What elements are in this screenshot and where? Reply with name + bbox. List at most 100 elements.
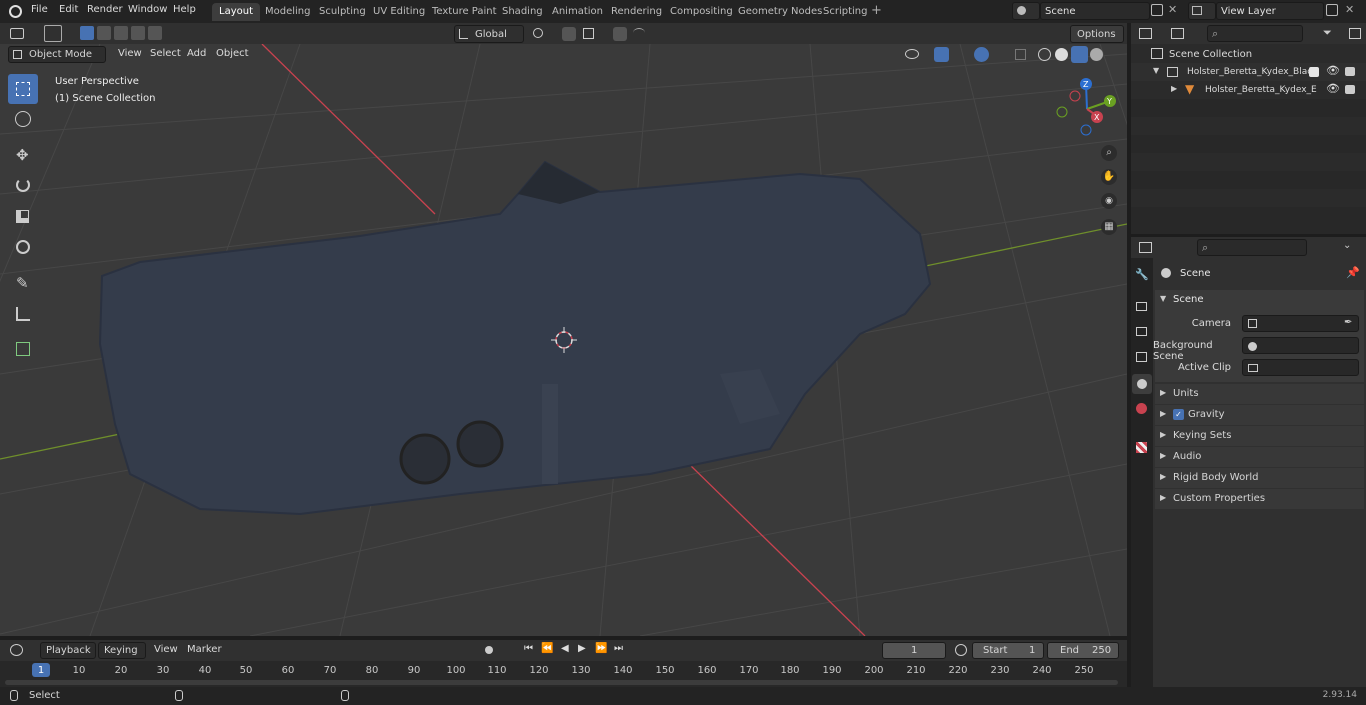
- select-tool-icon[interactable]: [44, 25, 62, 42]
- select-box-mode-icon[interactable]: [80, 26, 94, 40]
- view-layer-tab-icon[interactable]: [1136, 352, 1147, 362]
- outliner-row-collection[interactable]: ▼ Holster_Beretta_Kydex_Black 👁: [1131, 63, 1366, 81]
- falloff-icon[interactable]: [633, 28, 645, 38]
- output-tab-icon[interactable]: [1136, 327, 1147, 336]
- camera-field[interactable]: ✒: [1242, 315, 1359, 332]
- select-box-tool-button[interactable]: [8, 74, 38, 104]
- rotate-tool-button[interactable]: [8, 170, 38, 200]
- camera-render-icon[interactable]: [1345, 85, 1355, 94]
- select-invert-icon[interactable]: [131, 26, 145, 40]
- new-scene-icon[interactable]: [1151, 4, 1163, 16]
- properties-editor-icon[interactable]: [1139, 242, 1152, 253]
- tab-animation[interactable]: Animation: [545, 3, 610, 21]
- menu-edit[interactable]: Edit: [59, 4, 78, 15]
- editor-type-icon[interactable]: [10, 28, 24, 39]
- menu-file[interactable]: File: [31, 4, 48, 15]
- view-layer-field[interactable]: View Layer: [1216, 2, 1324, 20]
- rigid-body-world-panel-header[interactable]: ▶ Rigid Body World: [1155, 468, 1364, 488]
- gravity-checkbox[interactable]: ✓: [1173, 409, 1184, 420]
- navigation-gizmo[interactable]: Z Y X: [1052, 74, 1122, 144]
- snap-target-icon[interactable]: [583, 28, 594, 39]
- menu-help[interactable]: Help: [173, 4, 196, 15]
- pin-icon[interactable]: 📌: [1346, 266, 1360, 279]
- scene-name-field[interactable]: Scene: [1040, 2, 1150, 20]
- gravity-panel-header[interactable]: ▶ ✓ Gravity: [1155, 405, 1364, 425]
- select-subtract-icon[interactable]: [114, 26, 128, 40]
- options-dropdown[interactable]: Options: [1070, 25, 1124, 43]
- solid-shading-icon[interactable]: [1055, 48, 1068, 61]
- timeline-editor-icon[interactable]: [10, 644, 23, 656]
- play-icon[interactable]: ▶: [578, 643, 586, 654]
- new-collection-icon[interactable]: [1349, 28, 1361, 39]
- units-panel-header[interactable]: ▶ Units: [1155, 384, 1364, 404]
- add-workspace-icon[interactable]: +: [871, 3, 882, 18]
- add-cube-tool-button[interactable]: [8, 334, 38, 364]
- keying-dropdown[interactable]: Keying: [98, 642, 146, 659]
- tab-geometry-nodes[interactable]: Geometry Nodes: [731, 3, 829, 21]
- audio-panel-header[interactable]: ▶ Audio: [1155, 447, 1364, 467]
- 3d-viewport[interactable]: User Perspective (1) Scene Collection ✥ …: [0, 44, 1127, 636]
- end-frame-field[interactable]: End 250: [1047, 642, 1119, 659]
- object-mode-dropdown[interactable]: Object Mode: [8, 46, 106, 63]
- outliner-editor-icon[interactable]: [1139, 28, 1152, 39]
- stopwatch-icon[interactable]: [955, 644, 967, 656]
- move-tool-button[interactable]: ✥: [8, 140, 38, 170]
- menu-object[interactable]: Object: [216, 48, 249, 59]
- custom-properties-panel-header[interactable]: ▶ Custom Properties: [1155, 489, 1364, 509]
- tab-scripting[interactable]: Scripting: [816, 3, 874, 21]
- delete-view-layer-icon[interactable]: ✕: [1345, 3, 1354, 16]
- zoom-icon[interactable]: ⌕: [1101, 145, 1117, 161]
- tab-texture-paint[interactable]: Texture Paint: [425, 3, 504, 21]
- xray-toggle-icon[interactable]: [1015, 49, 1026, 60]
- scene-panel-header[interactable]: ▼ Scene: [1155, 290, 1364, 310]
- properties-search-input[interactable]: ⌕: [1197, 239, 1307, 256]
- tool-tab-icon[interactable]: 🔧: [1135, 268, 1149, 281]
- menu-window[interactable]: Window: [128, 4, 167, 15]
- tab-shading[interactable]: Shading: [495, 3, 550, 21]
- render-tab-icon[interactable]: [1136, 302, 1147, 311]
- scale-tool-button[interactable]: [8, 201, 38, 231]
- active-clip-field[interactable]: [1242, 359, 1359, 376]
- pivot-point-icon[interactable]: [533, 28, 543, 38]
- menu-render[interactable]: Render: [87, 4, 123, 15]
- camera-view-icon[interactable]: ◉: [1101, 193, 1117, 209]
- gizmo-toggle-icon[interactable]: [934, 47, 949, 62]
- display-mode-icon[interactable]: [1171, 28, 1184, 39]
- prev-keyframe-icon[interactable]: ⏪: [541, 643, 553, 654]
- tab-uv-editing[interactable]: UV Editing: [366, 3, 432, 21]
- chevron-down-icon[interactable]: ⌄: [1343, 240, 1351, 251]
- transform-tool-button[interactable]: [8, 232, 38, 262]
- jump-start-icon[interactable]: ⏮: [524, 643, 533, 654]
- eye-icon[interactable]: 👁: [1326, 64, 1340, 77]
- background-scene-field[interactable]: [1242, 337, 1359, 354]
- start-frame-field[interactable]: Start 1: [972, 642, 1044, 659]
- jump-end-icon[interactable]: ⏭: [614, 643, 623, 654]
- select-extend-icon[interactable]: [97, 26, 111, 40]
- exclude-checkbox-icon[interactable]: [1309, 67, 1319, 77]
- outliner-row-object[interactable]: ▶ ▼ Holster_Beretta_Kydex_E 👁: [1131, 81, 1366, 99]
- expand-arrow-icon[interactable]: ▼: [1153, 66, 1159, 75]
- playback-dropdown[interactable]: Playback: [40, 642, 96, 659]
- snap-toggle-icon[interactable]: [562, 27, 576, 41]
- tab-compositing[interactable]: Compositing: [663, 3, 740, 21]
- record-icon[interactable]: [485, 646, 493, 654]
- rendered-shading-icon[interactable]: [1090, 48, 1103, 61]
- timeline-menu-view[interactable]: View: [154, 644, 178, 655]
- menu-add[interactable]: Add: [187, 48, 206, 59]
- camera-render-icon[interactable]: [1345, 67, 1355, 76]
- current-frame-field[interactable]: 1: [882, 642, 946, 659]
- play-reverse-icon[interactable]: ◀: [561, 643, 569, 654]
- measure-tool-button[interactable]: [8, 299, 38, 329]
- keying-sets-panel-header[interactable]: ▶ Keying Sets: [1155, 426, 1364, 446]
- visibility-filter-icon[interactable]: [905, 49, 919, 59]
- next-keyframe-icon[interactable]: ⏩: [595, 643, 607, 654]
- world-tab-icon[interactable]: [1136, 403, 1147, 414]
- annotate-tool-button[interactable]: ✎: [8, 268, 38, 298]
- ortho-grid-icon[interactable]: ▦: [1101, 219, 1117, 235]
- outliner-search-input[interactable]: ⌕: [1207, 25, 1303, 42]
- select-intersect-icon[interactable]: [148, 26, 162, 40]
- eyedropper-icon[interactable]: ✒: [1344, 317, 1352, 328]
- tab-modeling[interactable]: Modeling: [258, 3, 318, 21]
- blender-logo-icon[interactable]: [9, 5, 22, 18]
- menu-view[interactable]: View: [118, 48, 142, 59]
